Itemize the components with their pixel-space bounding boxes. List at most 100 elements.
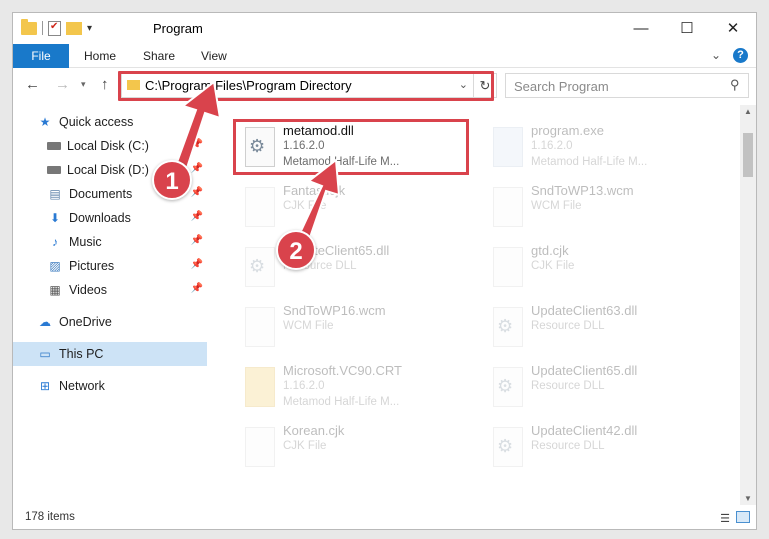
file-version: 1.16.2.0 [283, 380, 325, 392]
sidebar-item-pictures[interactable]: ▨ Pictures 📌 [13, 254, 207, 278]
address-bar-highlight [118, 71, 494, 101]
new-folder-icon[interactable] [66, 21, 82, 35]
pin-icon[interactable]: 📌 [191, 163, 203, 174]
tab-file[interactable]: File [13, 44, 69, 68]
sidebar-item-music[interactable]: ♪ Music 📌 [13, 230, 207, 254]
star-icon: ★ [39, 115, 51, 129]
file-explorer-window: ▾ Program — ☐ ✕ File Home Share View ⌄ ?… [12, 12, 757, 530]
pin-icon[interactable]: 📌 [191, 139, 203, 150]
sidebar-item-network[interactable]: ⊞ Network [13, 374, 207, 398]
file-type: CJK File [531, 260, 575, 272]
pin-icon[interactable]: 📌 [191, 283, 203, 294]
sidebar-item-label: Local Disk (C:) [67, 139, 149, 153]
customize-toolbar-icon[interactable]: ▾ [87, 23, 92, 34]
forward-arrow-icon[interactable]: → [55, 76, 70, 93]
folder-icon [21, 18, 37, 35]
maximize-icon: ☐ [680, 20, 694, 37]
file-name: SndToWP13.wcm [531, 183, 634, 198]
tab-share[interactable]: Share [143, 44, 175, 68]
sidebar-item-quick-access[interactable]: ★ Quick access [13, 110, 207, 134]
music-icon: ♪ [52, 235, 58, 249]
pin-icon[interactable]: 📌 [191, 259, 203, 270]
file-item[interactable]: UpdateClient65.dll Resource DLL [233, 239, 473, 295]
cloud-icon: ☁ [39, 315, 51, 329]
up-arrow-icon[interactable]: ↑ [101, 76, 109, 93]
pictures-icon: ▨ [49, 259, 61, 273]
minimize-icon: — [633, 19, 649, 37]
sidebar-item-downloads[interactable]: ⬇ Downloads 📌 [13, 206, 207, 230]
file-item[interactable]: Korean.cjk CJK File [233, 419, 473, 475]
properties-icon[interactable] [48, 20, 61, 36]
file-item[interactable]: UpdateClient65.dll Resource DLL [481, 359, 721, 415]
item-count: 178 items [25, 511, 75, 523]
large-icons-view-icon[interactable] [736, 511, 750, 523]
file-icon [493, 247, 523, 287]
sidebar-item-onedrive[interactable]: ☁ OneDrive [13, 310, 207, 334]
scroll-thumb[interactable] [743, 133, 753, 177]
pin-icon[interactable]: 📌 [191, 211, 203, 222]
download-icon: ⬇ [49, 211, 61, 225]
callout-two: 2 [276, 230, 316, 270]
file-name: UpdateClient63.dll [531, 303, 638, 318]
exe-icon [493, 127, 523, 167]
file-item[interactable]: Microsoft.VC90.CRT 1.16.2.0 Metamod Half… [233, 359, 473, 415]
back-arrow-icon[interactable]: ← [25, 76, 40, 93]
pin-icon[interactable]: 📌 [191, 235, 203, 246]
file-name: UpdateClient65.dll [531, 363, 638, 378]
vertical-scrollbar[interactable]: ▲ ▼ [740, 105, 756, 505]
sidebar-item-videos[interactable]: ▦ Videos 📌 [13, 278, 207, 302]
sidebar-item-label: Downloads [69, 211, 131, 225]
tab-home[interactable]: Home [84, 44, 116, 68]
videos-icon: ▦ [49, 283, 61, 297]
sidebar-item-label: Quick access [59, 115, 134, 129]
maximize-button[interactable]: ☐ [664, 13, 710, 43]
sidebar-item-local-disk-c[interactable]: Local Disk (C:) 📌 [13, 134, 207, 158]
expand-ribbon-icon[interactable]: ⌄ [711, 48, 721, 63]
file-icon [245, 427, 275, 467]
sidebar-item-label: OneDrive [59, 315, 112, 329]
pin-icon[interactable]: 📌 [191, 187, 203, 198]
scroll-up-icon[interactable]: ▲ [744, 107, 752, 116]
details-view-icon[interactable]: ☰ [720, 512, 730, 525]
sidebar-item-label: Documents [69, 187, 133, 201]
tab-view[interactable]: View [201, 44, 227, 68]
sidebar-item-label: Videos [69, 283, 107, 297]
file-item[interactable]: UpdateClient63.dll Resource DLL [481, 299, 721, 355]
title-bar: ▾ Program — ☐ ✕ [13, 13, 756, 44]
drive-icon [47, 142, 61, 150]
documents-icon: ▤ [49, 187, 61, 201]
close-button[interactable]: ✕ [710, 13, 756, 43]
sidebar-item-label: Music [69, 235, 102, 249]
window-title: Program [153, 21, 203, 36]
network-icon: ⊞ [39, 379, 51, 393]
close-icon: ✕ [726, 20, 740, 37]
scroll-down-icon[interactable]: ▼ [744, 494, 752, 503]
drive-icon [47, 166, 61, 174]
file-version: 1.16.2.0 [531, 140, 573, 152]
file-type: CJK File [283, 440, 327, 452]
file-item[interactable]: gtd.cjk CJK File [481, 239, 721, 295]
sidebar-item-label: Network [59, 379, 105, 393]
dll-gear-icon [493, 427, 523, 467]
sidebar-item-label: Local Disk (D:) [67, 163, 149, 177]
help-icon[interactable]: ? [733, 48, 748, 63]
file-item[interactable]: program.exe 1.16.2.0 Metamod Half-Life M… [481, 119, 721, 175]
file-type: Resource DLL [531, 380, 605, 392]
minimize-button[interactable]: — [618, 13, 664, 43]
file-item[interactable]: UpdateClient42.dll Resource DLL [481, 419, 721, 475]
sidebar-item-this-pc[interactable]: ▭ This PC [13, 342, 207, 366]
file-item[interactable]: Fantasticjk CJK File [233, 179, 473, 235]
dll-gear-icon [493, 307, 523, 347]
file-highlight-box [233, 119, 469, 175]
search-icon[interactable]: ⚲ [730, 77, 740, 93]
search-input[interactable]: Search Program ⚲ [505, 73, 749, 98]
file-item[interactable]: SndToWP13.wcm WCM File [481, 179, 721, 235]
file-item[interactable]: SndToWP16.wcm WCM File [233, 299, 473, 355]
recent-locations-icon[interactable]: ▾ [81, 79, 86, 90]
file-description: Metamod Half-Life M... [531, 156, 648, 168]
file-type: WCM File [283, 320, 334, 332]
file-name: UpdateClient42.dll [531, 423, 638, 438]
file-icon [245, 307, 275, 347]
sidebar-item-label: This PC [59, 347, 104, 361]
file-type: Resource DLL [531, 320, 605, 332]
